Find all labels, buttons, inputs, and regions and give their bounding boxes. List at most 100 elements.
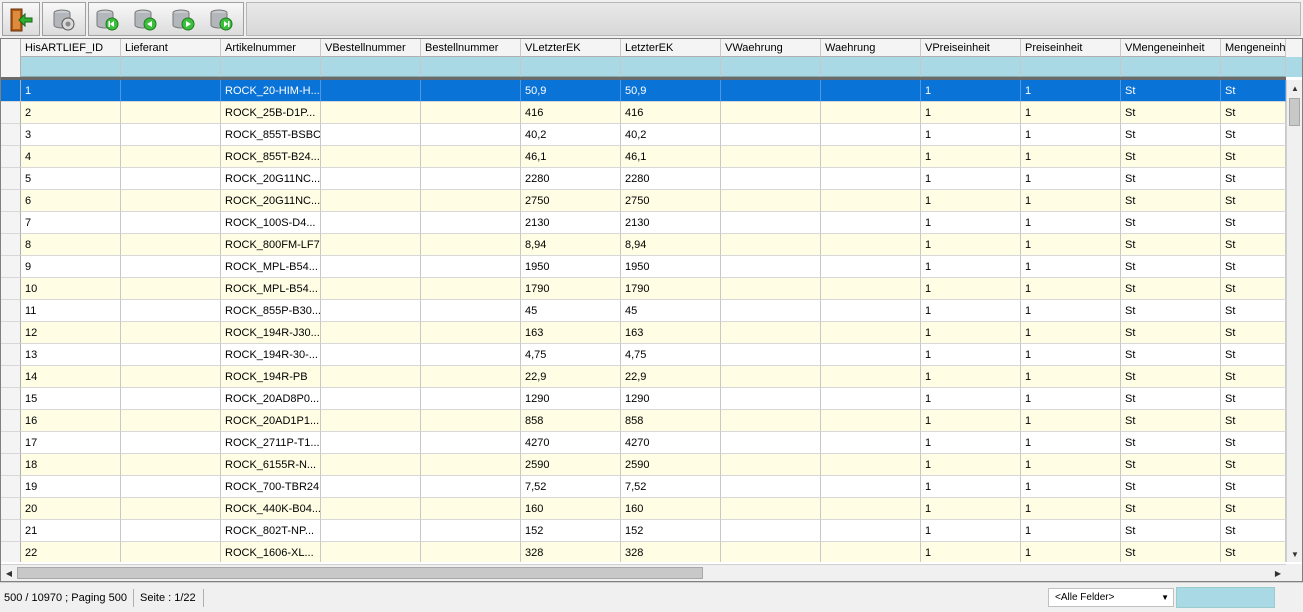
table-cell[interactable]: St: [1121, 410, 1221, 432]
table-cell[interactable]: St: [1221, 454, 1286, 476]
table-cell[interactable]: 1: [921, 520, 1021, 542]
vertical-scroll-thumb[interactable]: [1289, 98, 1300, 126]
table-cell[interactable]: 328: [621, 542, 721, 562]
table-row[interactable]: 20 ROCK_440K-B04... 160 160 1 1 St St: [1, 498, 1286, 520]
table-cell[interactable]: [821, 102, 921, 124]
table-cell[interactable]: [821, 476, 921, 498]
filter-cell[interactable]: [621, 57, 721, 77]
table-cell[interactable]: [321, 322, 421, 344]
table-cell[interactable]: [421, 344, 521, 366]
table-cell[interactable]: 1: [921, 80, 1021, 102]
table-cell[interactable]: [321, 124, 421, 146]
table-cell[interactable]: [421, 190, 521, 212]
table-cell[interactable]: [421, 234, 521, 256]
table-cell[interactable]: St: [1221, 300, 1286, 322]
table-cell[interactable]: 1: [921, 146, 1021, 168]
table-cell[interactable]: [421, 168, 521, 190]
table-cell[interactable]: St: [1121, 520, 1221, 542]
table-cell[interactable]: [121, 146, 221, 168]
table-cell[interactable]: 1: [1021, 432, 1121, 454]
table-cell[interactable]: 1: [921, 322, 1021, 344]
table-cell[interactable]: 4270: [621, 432, 721, 454]
table-cell[interactable]: 328: [521, 542, 621, 562]
table-cell[interactable]: [321, 278, 421, 300]
table-cell[interactable]: 20: [21, 498, 121, 520]
filter-cell[interactable]: [421, 57, 521, 77]
table-cell[interactable]: [121, 476, 221, 498]
table-cell[interactable]: [421, 476, 521, 498]
table-cell[interactable]: 1: [921, 102, 1021, 124]
row-selector[interactable]: [1, 256, 21, 278]
table-cell[interactable]: [821, 190, 921, 212]
table-cell[interactable]: [421, 124, 521, 146]
table-cell[interactable]: 1: [921, 476, 1021, 498]
table-cell[interactable]: 22,9: [521, 366, 621, 388]
table-cell[interactable]: 2750: [621, 190, 721, 212]
table-row[interactable]: 22 ROCK_1606-XL... 328 328 1 1 St St: [1, 542, 1286, 562]
table-cell[interactable]: [321, 410, 421, 432]
table-cell[interactable]: 1: [1021, 388, 1121, 410]
table-cell[interactable]: [821, 168, 921, 190]
row-selector[interactable]: [1, 102, 21, 124]
row-selector[interactable]: [1, 542, 21, 562]
column-header[interactable]: HisARTLIEF_ID: [21, 39, 121, 57]
table-cell[interactable]: 9: [21, 256, 121, 278]
table-cell[interactable]: ROCK_MPL-B54...: [221, 278, 321, 300]
table-cell[interactable]: [721, 410, 821, 432]
table-cell[interactable]: [421, 454, 521, 476]
table-cell[interactable]: 15: [21, 388, 121, 410]
table-cell[interactable]: St: [1221, 344, 1286, 366]
table-row[interactable]: 15 ROCK_20AD8P0... 1290 1290 1 1 St St: [1, 388, 1286, 410]
row-selector[interactable]: [1, 388, 21, 410]
table-cell[interactable]: [721, 498, 821, 520]
table-cell[interactable]: 18: [21, 454, 121, 476]
row-selector[interactable]: [1, 498, 21, 520]
table-cell[interactable]: 1790: [521, 278, 621, 300]
table-cell[interactable]: St: [1121, 234, 1221, 256]
row-selector[interactable]: [1, 124, 21, 146]
table-cell[interactable]: 1: [1021, 234, 1121, 256]
table-row[interactable]: 5 ROCK_20G11NC... 2280 2280 1 1 St St: [1, 168, 1286, 190]
table-cell[interactable]: St: [1221, 146, 1286, 168]
table-cell[interactable]: 1: [1021, 168, 1121, 190]
table-cell[interactable]: St: [1221, 256, 1286, 278]
table-cell[interactable]: [121, 454, 221, 476]
table-row[interactable]: 11 ROCK_855P-B30... 45 45 1 1 St St: [1, 300, 1286, 322]
filter-cell[interactable]: [1021, 57, 1121, 77]
table-cell[interactable]: 163: [521, 322, 621, 344]
table-cell[interactable]: 1: [1021, 366, 1121, 388]
table-cell[interactable]: [121, 300, 221, 322]
table-cell[interactable]: 152: [621, 520, 721, 542]
table-cell[interactable]: ROCK_1606-XL...: [221, 542, 321, 562]
table-cell[interactable]: 14: [21, 366, 121, 388]
row-selector[interactable]: [1, 212, 21, 234]
table-cell[interactable]: 1: [1021, 256, 1121, 278]
table-cell[interactable]: [721, 454, 821, 476]
table-cell[interactable]: St: [1121, 102, 1221, 124]
table-cell[interactable]: 1: [921, 542, 1021, 562]
table-cell[interactable]: 1: [1021, 278, 1121, 300]
table-cell[interactable]: [821, 256, 921, 278]
table-cell[interactable]: St: [1221, 102, 1286, 124]
table-cell[interactable]: [321, 366, 421, 388]
table-cell[interactable]: 4,75: [521, 344, 621, 366]
table-cell[interactable]: St: [1121, 278, 1221, 300]
table-cell[interactable]: 1290: [621, 388, 721, 410]
table-cell[interactable]: St: [1221, 520, 1286, 542]
table-cell[interactable]: 1: [921, 344, 1021, 366]
table-cell[interactable]: 2590: [521, 454, 621, 476]
table-cell[interactable]: 21: [21, 520, 121, 542]
table-cell[interactable]: 1: [1021, 80, 1121, 102]
table-row[interactable]: 13 ROCK_194R-30-... 4,75 4,75 1 1 St St: [1, 344, 1286, 366]
table-cell[interactable]: 4: [21, 146, 121, 168]
table-cell[interactable]: [321, 80, 421, 102]
table-cell[interactable]: St: [1121, 454, 1221, 476]
filter-cell[interactable]: [221, 57, 321, 77]
table-cell[interactable]: ROCK_20G11NC...: [221, 190, 321, 212]
table-cell[interactable]: 416: [521, 102, 621, 124]
table-cell[interactable]: [121, 432, 221, 454]
table-cell[interactable]: 50,9: [621, 80, 721, 102]
filter-cell[interactable]: [821, 57, 921, 77]
table-cell[interactable]: [121, 168, 221, 190]
scroll-up-arrow-icon[interactable]: ▲: [1287, 80, 1302, 96]
